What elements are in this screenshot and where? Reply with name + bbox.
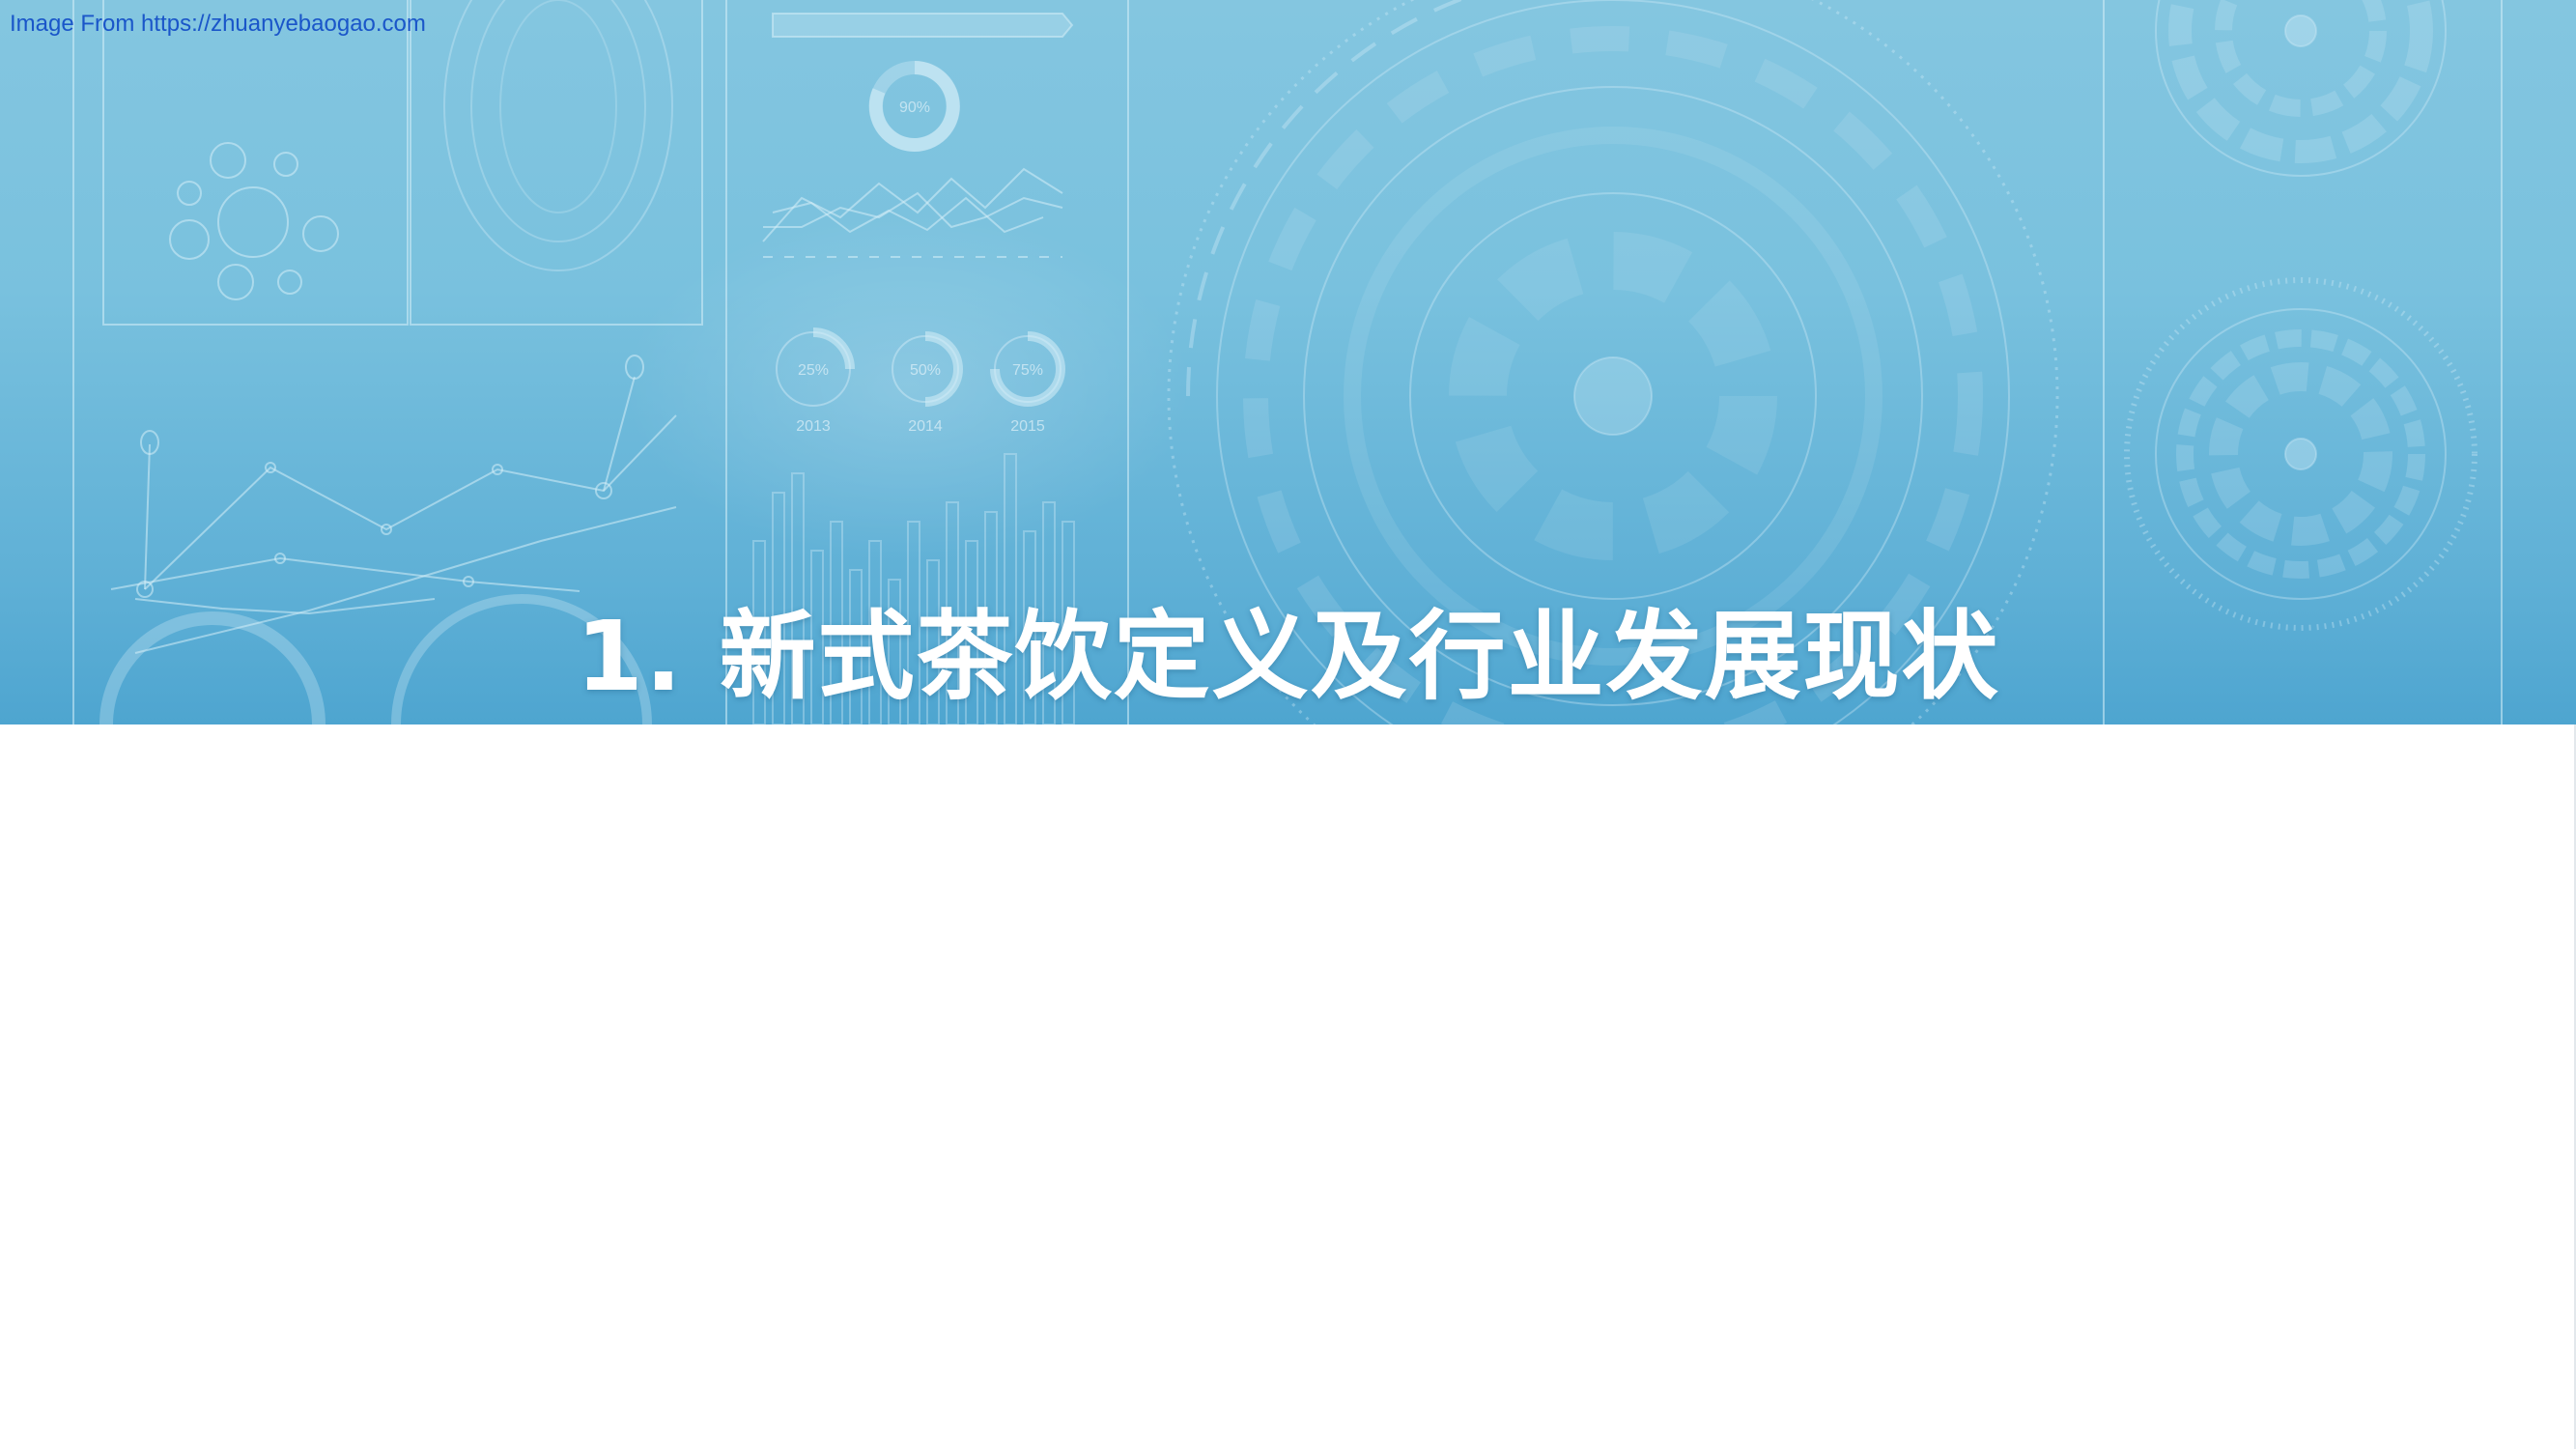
ring-label-3: 75% — [1012, 362, 1043, 379]
year-label-2: 2014 — [908, 418, 943, 435]
ring-label-1: 25% — [798, 362, 829, 379]
donut-label: 90% — [899, 99, 930, 116]
year-label-3: 2015 — [1010, 418, 1045, 435]
section-title: 1. 新式茶饮定义及行业发展现状 — [576, 600, 2000, 713]
header-banner: 90% 25% 50% 75% 2013 2014 2015 Image Fro… — [0, 0, 2576, 724]
year-label-1: 2013 — [796, 418, 831, 435]
source-link[interactable]: Image From https://zhuanyebaogao.com — [10, 10, 426, 39]
slide: 90% 25% 50% 75% 2013 2014 2015 Image Fro… — [0, 0, 2576, 1449]
ring-label-2: 50% — [910, 362, 941, 379]
